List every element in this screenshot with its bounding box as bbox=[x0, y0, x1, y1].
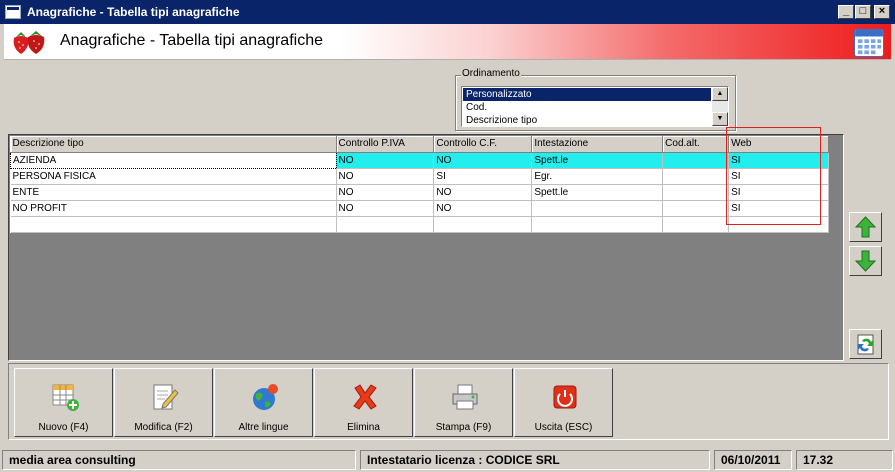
types-table: Descrizione tipo Controllo P.IVA Control… bbox=[10, 136, 829, 233]
new-button-label: Nuovo (F4) bbox=[38, 422, 89, 433]
languages-button[interactable]: Altre lingue bbox=[214, 368, 313, 437]
column-header-intestazione[interactable]: Intestazione bbox=[531, 136, 664, 153]
table-cell[interactable] bbox=[531, 200, 664, 217]
new-table-icon bbox=[52, 384, 79, 411]
delete-x-icon bbox=[353, 384, 377, 410]
new-button[interactable]: Nuovo (F4) bbox=[14, 368, 113, 437]
table-row[interactable]: AZIENDA NO NO Spett.le SI bbox=[10, 151, 829, 169]
table-cell[interactable] bbox=[662, 152, 730, 169]
status-time: 17.32 bbox=[796, 450, 893, 470]
table-cell[interactable] bbox=[433, 216, 533, 233]
table-row[interactable]: NO PROFIT NO NO SI bbox=[10, 200, 829, 217]
status-bar: media area consulting Intestatario licen… bbox=[0, 448, 895, 472]
title-bar: Anagrafiche - Tabella tipi anagrafiche _… bbox=[0, 0, 895, 24]
status-company: media area consulting bbox=[2, 450, 356, 470]
sorting-listbox[interactable]: Personalizzato Cod. Descrizione tipo ▲ ▼ bbox=[461, 86, 729, 127]
table-cell[interactable]: NO bbox=[336, 200, 435, 217]
action-toolbar: Nuovo (F4) Modifica (F2) Altre lingue El… bbox=[8, 363, 889, 440]
close-button[interactable]: × bbox=[874, 5, 890, 19]
delete-button-label: Elimina bbox=[347, 422, 380, 433]
table-cell[interactable] bbox=[336, 216, 435, 233]
table-cell[interactable] bbox=[728, 216, 829, 233]
move-down-button[interactable] bbox=[849, 246, 882, 276]
edit-button[interactable]: Modifica (F2) bbox=[114, 368, 213, 437]
globe-icon bbox=[253, 384, 278, 410]
calendar-icon[interactable] bbox=[854, 29, 884, 57]
strawberry-icon bbox=[13, 31, 45, 54]
table-row[interactable] bbox=[10, 216, 829, 233]
main-window: Anagrafiche - Tabella tipi anagrafiche _… bbox=[0, 0, 895, 472]
table-cell[interactable]: NO bbox=[336, 168, 435, 185]
window-title: Anagrafiche - Tabella tipi anagrafiche bbox=[27, 5, 240, 19]
table-cell[interactable] bbox=[531, 216, 664, 233]
table-row[interactable]: PERSONA FISICA NO SI Egr. SI bbox=[10, 168, 829, 185]
power-exit-icon bbox=[553, 385, 577, 409]
table-cell[interactable]: NO bbox=[433, 200, 533, 217]
table-header-row: Descrizione tipo Controllo P.IVA Control… bbox=[10, 136, 829, 153]
table-cell[interactable]: NO PROFIT bbox=[10, 200, 337, 217]
table-row[interactable]: ENTE NO NO Spett.le SI bbox=[10, 184, 829, 201]
scroll-up-arrow-icon[interactable]: ▲ bbox=[712, 87, 728, 101]
table-cell[interactable]: Spett.le bbox=[531, 184, 664, 201]
table-cell[interactable] bbox=[662, 184, 730, 201]
scroll-down-arrow-icon[interactable]: ▼ bbox=[712, 112, 728, 126]
edit-button-label: Modifica (F2) bbox=[134, 422, 193, 433]
column-header-cf[interactable]: Controllo C.F. bbox=[433, 136, 533, 153]
column-header-codalt[interactable]: Cod.alt. bbox=[662, 136, 730, 153]
refresh-icon bbox=[857, 334, 874, 355]
header-banner: Anagrafiche - Tabella tipi anagrafiche bbox=[4, 24, 891, 60]
table-cell[interactable] bbox=[662, 200, 730, 217]
table-cell[interactable]: SI bbox=[728, 184, 829, 201]
column-header-piva[interactable]: Controllo P.IVA bbox=[336, 136, 435, 153]
exit-button[interactable]: Uscita (ESC) bbox=[514, 368, 613, 437]
printer-icon bbox=[452, 384, 478, 410]
types-grid[interactable]: Descrizione tipo Controllo P.IVA Control… bbox=[8, 134, 844, 361]
sorting-option-descrizione[interactable]: Descrizione tipo bbox=[463, 114, 711, 127]
status-date: 06/10/2011 bbox=[714, 450, 792, 470]
refresh-button[interactable] bbox=[849, 329, 882, 359]
table-cell[interactable]: AZIENDA bbox=[10, 151, 337, 169]
column-header-descrizione[interactable]: Descrizione tipo bbox=[10, 136, 337, 153]
window-icon bbox=[5, 5, 21, 19]
table-cell[interactable]: SI bbox=[433, 168, 533, 185]
status-license: Intestatario licenza : CODICE SRL bbox=[360, 450, 710, 470]
table-cell[interactable] bbox=[662, 216, 730, 233]
column-header-web[interactable]: Web bbox=[728, 136, 829, 153]
sorting-group: Ordinamento Personalizzato Cod. Descrizi… bbox=[455, 68, 736, 131]
languages-button-label: Altre lingue bbox=[238, 422, 289, 433]
exit-button-label: Uscita (ESC) bbox=[534, 422, 593, 433]
table-cell[interactable]: PERSONA FISICA bbox=[10, 168, 337, 185]
table-cell[interactable]: Egr. bbox=[531, 168, 664, 185]
page-title: Anagrafiche - Tabella tipi anagrafiche bbox=[60, 32, 323, 49]
sorting-legend: Ordinamento bbox=[461, 68, 521, 79]
edit-document-icon bbox=[153, 384, 179, 410]
table-cell[interactable]: ENTE bbox=[10, 184, 337, 201]
table-cell[interactable]: NO bbox=[336, 152, 435, 169]
table-cell[interactable] bbox=[10, 216, 337, 233]
print-button[interactable]: Stampa (F9) bbox=[414, 368, 513, 437]
table-cell[interactable]: Spett.le bbox=[531, 152, 664, 169]
table-cell[interactable]: NO bbox=[433, 152, 533, 169]
sorting-option-cod[interactable]: Cod. bbox=[463, 101, 711, 114]
table-cell[interactable]: NO bbox=[336, 184, 435, 201]
sorting-option-personalizzato[interactable]: Personalizzato bbox=[463, 88, 711, 101]
table-cell[interactable]: SI bbox=[728, 168, 829, 185]
table-cell[interactable] bbox=[662, 168, 730, 185]
move-up-button[interactable] bbox=[849, 212, 882, 242]
arrow-up-icon bbox=[854, 216, 877, 238]
maximize-button[interactable]: □ bbox=[855, 5, 871, 19]
table-cell[interactable]: SI bbox=[728, 200, 829, 217]
print-button-label: Stampa (F9) bbox=[435, 422, 492, 433]
table-cell[interactable]: SI bbox=[728, 152, 829, 169]
minimize-button[interactable]: _ bbox=[838, 5, 854, 19]
table-cell[interactable]: NO bbox=[433, 184, 533, 201]
sorting-scrollbar[interactable]: ▲ ▼ bbox=[712, 87, 728, 126]
arrow-down-icon bbox=[854, 250, 877, 272]
delete-button[interactable]: Elimina bbox=[314, 368, 413, 437]
